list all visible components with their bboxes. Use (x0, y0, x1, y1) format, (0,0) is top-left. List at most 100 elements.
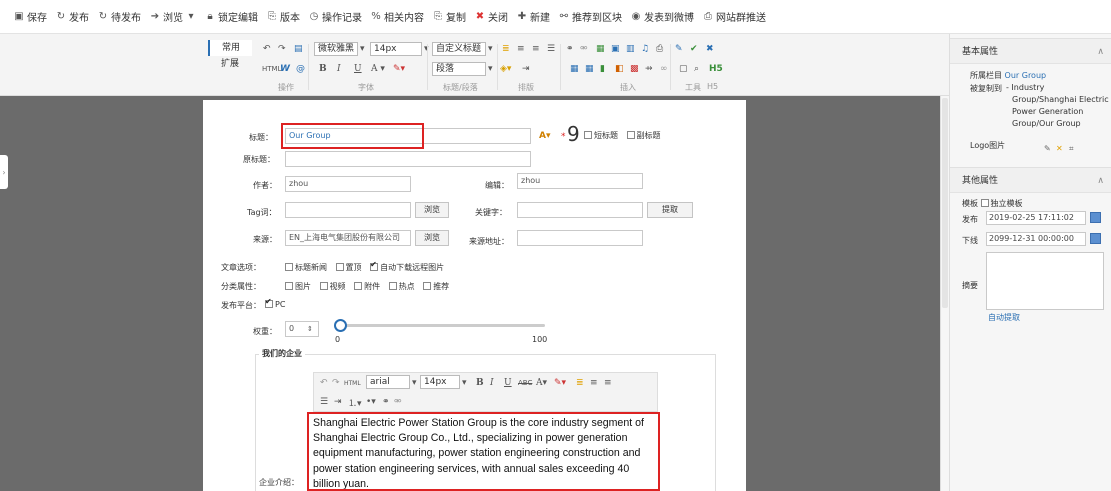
publish-button[interactable]: ↻ 发布 (56, 9, 89, 24)
strikethrough-icon[interactable]: ABC (518, 376, 532, 390)
insert-image-icon[interactable]: ▦ (570, 62, 579, 76)
h5-icon[interactable]: H5 (709, 62, 723, 76)
horizontal-rule-icon[interactable]: ⇸ (645, 62, 653, 76)
font-color-icon[interactable]: A▾ (536, 376, 547, 390)
new-button[interactable]: ✚ 新建 (517, 9, 550, 24)
lock-edit-button[interactable]: 🔒︎ 锁定编辑 (205, 9, 258, 24)
chevron-up-icon[interactable]: ∧ (1097, 39, 1104, 65)
format-painter-icon[interactable]: ▤ (294, 42, 303, 56)
edit-logo-icon[interactable]: ✎ (1044, 144, 1051, 153)
bold-icon[interactable]: B (319, 62, 327, 76)
unlink-icon[interactable]: ⚮ (394, 395, 402, 409)
calendar-icon[interactable] (1090, 233, 1101, 244)
weight-slider-handle[interactable] (334, 319, 347, 332)
image-checkbox[interactable] (285, 282, 293, 290)
inner-font-select[interactable]: arial (366, 375, 410, 389)
chevron-down-icon[interactable]: ▾ (360, 42, 365, 56)
download-images-checkbox[interactable] (370, 260, 379, 271)
pc-checkbox[interactable] (265, 297, 273, 308)
hot-checkbox[interactable] (388, 282, 397, 290)
justify-icon[interactable]: ☰ (547, 42, 555, 56)
align-left-icon[interactable]: ≣ (502, 42, 510, 56)
weibo-button[interactable]: ◉ 发表到微博 (631, 9, 694, 24)
top-checkbox[interactable] (335, 263, 344, 271)
underline-icon[interactable]: U (354, 62, 362, 76)
standalone-template-checkbox[interactable] (980, 199, 989, 207)
calendar-icon[interactable] (1090, 212, 1101, 223)
unordered-list-icon[interactable]: •▾ (366, 395, 376, 409)
html-source-icon[interactable]: HTML (344, 376, 361, 390)
tag-input[interactable] (285, 202, 411, 218)
link-icon[interactable]: ⚭ (566, 42, 574, 56)
paragraph-select[interactable]: 段落 (432, 62, 486, 76)
tab-common[interactable]: 常用 (208, 40, 252, 56)
video-icon[interactable]: ▣ (611, 42, 620, 56)
video-checkbox[interactable] (319, 282, 328, 290)
italic-icon[interactable]: I (337, 62, 341, 76)
align-right-icon[interactable]: ≡ (532, 42, 540, 56)
file-icon[interactable]: ⎙ (656, 42, 663, 56)
copy-button[interactable]: ⎘ 复制 (433, 9, 466, 24)
delete-logo-icon[interactable]: ✕ (1056, 144, 1063, 153)
undo-icon[interactable]: ↶ (263, 42, 271, 56)
source-input[interactable]: EN_上海电气集团股份有限公司 (285, 230, 411, 246)
extract-button[interactable]: 提取 (647, 202, 693, 218)
at-icon[interactable]: @ (296, 62, 305, 76)
auto-extract-link[interactable]: 自动提取 (988, 312, 1020, 323)
short-title-checkbox[interactable] (584, 131, 592, 139)
indent-icon[interactable]: ⇥ (522, 62, 530, 76)
page-icon[interactable]: ▢ (679, 62, 688, 76)
collapse-left-handle[interactable]: › (0, 155, 8, 189)
version-button[interactable]: ⎘ 版本 (267, 9, 300, 24)
source-url-input[interactable] (517, 230, 643, 246)
editor-input[interactable]: zhou (517, 173, 643, 189)
bold-icon[interactable]: B (476, 376, 484, 390)
clear-format-icon[interactable]: ✖ (706, 42, 714, 56)
basic-properties-header[interactable]: 基本属性 ∧ (950, 38, 1111, 64)
op-log-button[interactable]: ◷ 操作记录 (309, 9, 362, 24)
summary-textarea[interactable] (986, 252, 1104, 310)
close-button[interactable]: ✖ 关闭 (475, 9, 508, 24)
html-source-icon[interactable]: HTML (262, 62, 281, 76)
orig-title-input[interactable] (285, 151, 531, 167)
paint-bucket-icon[interactable]: ◈▾ (500, 62, 511, 76)
italic-icon[interactable]: I (490, 376, 494, 390)
font-size-select[interactable]: 14px (370, 42, 422, 56)
font-family-select[interactable]: 微软雅黑 (314, 42, 358, 56)
link-icon[interactable]: ⚭ (382, 395, 390, 409)
chart-icon[interactable]: ▮ (600, 62, 605, 76)
inner-size-select[interactable]: 14px (420, 375, 460, 389)
table-icon[interactable]: ▥ (626, 42, 635, 56)
pending-button[interactable]: ↻ 待发布 (98, 9, 141, 24)
offline-time-input[interactable]: 2099-12-31 00:00:00 (986, 232, 1086, 246)
push-block-button[interactable]: ⚯ 推荐到区块 (559, 9, 622, 24)
crop-logo-icon[interactable]: ⌗ (1069, 144, 1074, 154)
group-push-button[interactable]: ⎙ 网站群推送 (703, 9, 766, 24)
justify-icon[interactable]: ☰ (320, 395, 328, 409)
redo-icon[interactable]: ↷ (332, 376, 340, 390)
highlight-icon[interactable]: ✎▾ (554, 376, 566, 390)
heading-select[interactable]: 自定义标题 (432, 42, 486, 56)
align-right-icon[interactable]: ≡ (604, 376, 612, 390)
scrollbar-thumb[interactable] (942, 98, 948, 308)
sub-title-checkbox[interactable] (626, 131, 635, 139)
related-button[interactable]: % 相关内容 (371, 9, 424, 24)
word-import-icon[interactable]: W (280, 62, 290, 76)
align-left-icon[interactable]: ≣ (576, 376, 584, 390)
tab-expand[interactable]: 扩展 (208, 56, 252, 72)
anchor-icon[interactable]: ∞ (660, 62, 668, 76)
tag-browse-button[interactable]: 浏览 (415, 202, 449, 218)
align-center-icon[interactable]: ≡ (590, 376, 598, 390)
image-icon[interactable]: ▦ (596, 42, 605, 56)
unlink-icon[interactable]: ⚮ (580, 42, 588, 56)
intro-textarea[interactable]: Shanghai Electric Power Station Group is… (307, 412, 660, 491)
chevron-down-icon[interactable]: ▾ (488, 62, 493, 76)
weight-slider-track[interactable] (339, 324, 545, 327)
recommend-checkbox[interactable] (423, 282, 432, 290)
headline-checkbox[interactable] (285, 263, 293, 271)
redo-icon[interactable]: ↷ (278, 42, 286, 56)
font-color-icon[interactable]: A ▾ (371, 62, 385, 76)
other-properties-header[interactable]: 其他属性 ∧ (950, 167, 1111, 193)
column-value-link[interactable]: Our Group (1005, 71, 1047, 80)
ordered-list-icon[interactable]: ⒈▾ (348, 395, 362, 409)
